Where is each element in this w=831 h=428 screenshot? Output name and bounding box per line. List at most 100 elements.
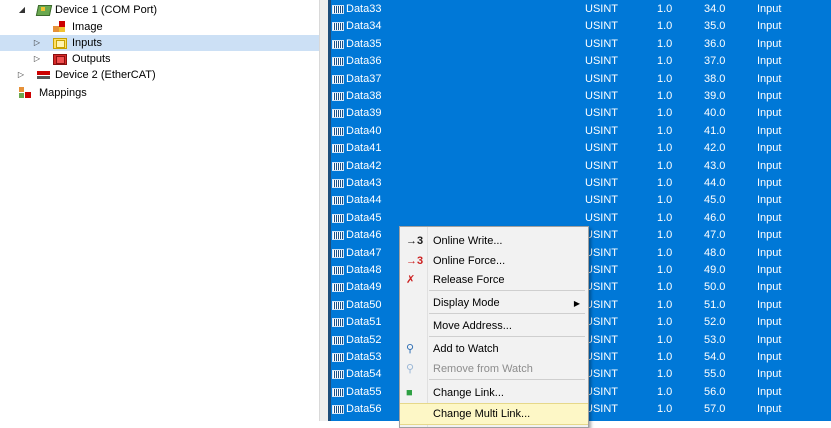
variable-address: 44.0 [704,177,726,189]
variable-row[interactable]: Data41 USINT 1.0 42.0 Input [331,140,831,157]
variable-name: Data33 [346,3,382,15]
variable-row[interactable]: Data35 USINT 1.0 36.0 Input [331,36,831,53]
variable-name: Data56 [346,403,382,416]
variable-icon [332,5,344,14]
menu-separator [429,336,585,337]
menu-item-online-force[interactable]: →3 Online Force... [400,251,588,272]
variable-address: 35.0 [704,20,726,33]
variable-size: 1.0 [657,281,673,294]
release-force-icon: ✗ [406,274,416,286]
variable-icon [332,57,344,67]
variable-icon [332,318,344,328]
variable-type: USINT [585,20,618,33]
variable-row[interactable]: Data45 USINT 1.0 46.0 Input [331,210,831,227]
variable-type: USINT [585,385,618,398]
variable-name: Data51 [346,316,382,329]
variable-size: 1.0 [657,107,673,120]
variable-row[interactable]: Data40 USINT 1.0 41.0 Input [331,123,831,140]
menu-item-label: Add to Watch [433,343,499,355]
variable-icon [332,266,344,275]
variable-row[interactable]: Data39 USINT 1.0 40.0 Input [331,105,831,122]
variable-row[interactable]: Data33 USINT 1.0 34.0 Input [331,1,831,18]
collapse-arrow-icon[interactable]: ◢ [17,2,27,18]
variable-row[interactable]: Data36 USINT 1.0 37.0 Input [331,53,831,70]
variable-row[interactable]: Data38 USINT 1.0 39.0 Input [331,88,831,105]
variable-name: Data53 [346,351,382,363]
expand-arrow-icon[interactable]: ▷ [32,51,42,67]
variable-icon [332,300,344,310]
variable-type: USINT [585,351,618,363]
variable-direction: Input [757,316,782,329]
variable-type: USINT [585,368,618,381]
menu-item-move-address[interactable]: Move Address... [400,316,588,337]
variable-name: Data41 [346,142,382,155]
variable-row[interactable]: Data37 USINT 1.0 38.0 Input [331,71,831,88]
variable-icon [332,196,344,206]
tree-node-device-2-ethercat[interactable]: ▷ Device 2 (EtherCAT) [0,67,319,83]
variable-size: 1.0 [657,20,673,33]
menu-item-display-mode[interactable]: Display Mode ▶ [400,293,588,314]
variable-type: USINT [585,107,618,120]
menu-item-add-to-watch[interactable]: ⚲ Add to Watch [400,339,588,360]
variable-row[interactable]: Data42 USINT 1.0 43.0 Input [331,158,831,175]
menu-item-release-force[interactable]: ✗ Release Force [400,270,588,291]
solution-tree[interactable]: ◢ Device 1 (COM Port) Image ▷ Inputs ▷ Outputs… [0,0,319,421]
menu-item-online-write[interactable]: →3 Online Write... [400,231,588,252]
variable-direction: Input [757,246,782,259]
variable-address: 37.0 [704,55,726,68]
variable-name: Data52 [346,333,382,346]
menu-item-label: Move Address... [433,320,512,332]
variable-name: Data49 [346,281,382,294]
variable-address: 51.0 [704,298,726,311]
variable-icon [332,283,344,293]
variable-icon [332,126,344,136]
variable-direction: Input [757,351,782,363]
variable-icon [332,213,344,223]
variable-direction: Input [757,333,782,346]
variable-name: Data40 [346,124,382,137]
variable-type: USINT [585,159,618,172]
variable-icon [332,39,344,49]
variable-size: 1.0 [657,3,673,15]
variable-row[interactable]: Data44 USINT 1.0 45.0 Input [331,192,831,209]
tree-node-mappings[interactable]: Mappings [0,85,319,101]
variable-direction: Input [757,368,782,381]
tree-node-image[interactable]: Image [0,19,319,35]
variable-size: 1.0 [657,177,673,189]
online-force-icon: →3 [406,255,424,267]
variable-size: 1.0 [657,229,673,242]
variable-icon [332,248,344,258]
menu-item-label: Release Force [433,274,505,286]
variable-address: 49.0 [704,264,726,276]
variable-direction: Input [757,211,782,224]
variable-address: 43.0 [704,159,726,172]
variable-icon [332,370,344,380]
tree-node-label: Outputs [72,53,111,65]
variable-type: USINT [585,281,618,294]
outputs-icon [53,53,67,65]
expand-arrow-icon[interactable]: ▷ [32,35,42,51]
variable-icon [332,144,344,154]
variable-row[interactable]: Data34 USINT 1.0 35.0 Input [331,18,831,35]
variable-address: 48.0 [704,246,726,259]
variable-address: 50.0 [704,281,726,294]
menu-item-change-link[interactable]: ■ Change Link... [400,383,588,404]
menu-item-label: Change Multi Link... [433,408,531,420]
menu-item-change-multi-link[interactable]: Change Multi Link... [400,403,588,425]
variable-size: 1.0 [657,385,673,398]
add-watch-icon: ⚲ [406,343,415,355]
variable-type: USINT [585,333,618,346]
variable-size: 1.0 [657,142,673,155]
context-menu: →3 Online Write... →3 Online Force... ✗ Relea… [399,226,589,428]
menu-separator [429,290,585,291]
variable-row[interactable]: Data43 USINT 1.0 44.0 Input [331,175,831,192]
variable-name: Data44 [346,194,382,207]
expand-arrow-icon[interactable]: ▷ [16,67,26,83]
tree-node-inputs[interactable]: ▷ Inputs [0,35,319,51]
tree-node-device-1-com-port[interactable]: ◢ Device 1 (COM Port) [0,2,319,18]
variable-icon [332,387,344,397]
tree-node-outputs[interactable]: ▷ Outputs [0,51,319,67]
variable-size: 1.0 [657,351,673,363]
variable-name: Data47 [346,246,382,259]
variable-name: Data45 [346,211,382,224]
